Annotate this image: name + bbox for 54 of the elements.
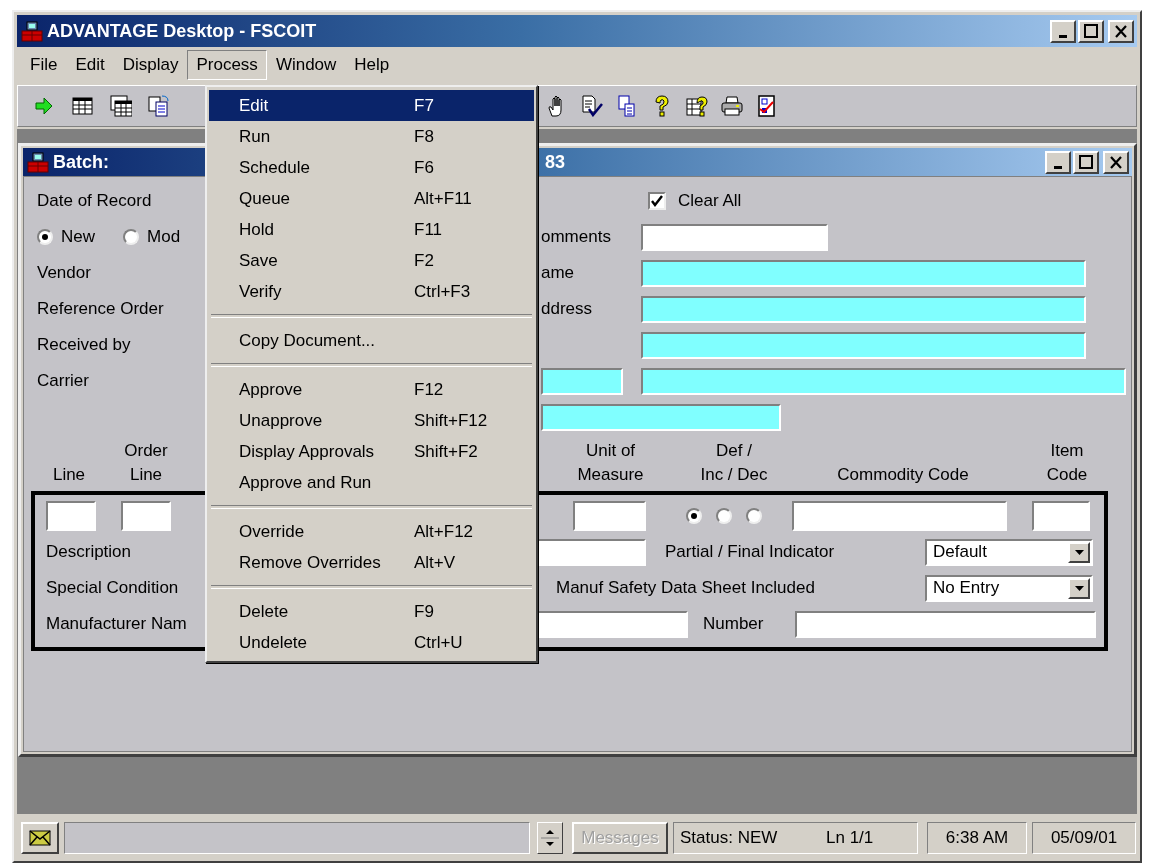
menu-item[interactable]: Run F8	[209, 121, 534, 152]
menu-item[interactable]: Help	[345, 50, 399, 80]
column-header: Commodity Code	[836, 464, 970, 486]
field-label: Manufacturer Nam	[46, 614, 188, 634]
field-label: Partial / Final Indicator	[665, 542, 836, 562]
menu-item[interactable]: Queue Alt+F11	[209, 183, 534, 214]
column-header: Order Line	[123, 440, 169, 486]
menu-item[interactable]: Verify Ctrl+F3	[209, 276, 534, 307]
window-title: 83	[545, 151, 566, 173]
radio-label: Mod	[147, 227, 181, 247]
column-header: Unit of Measure	[576, 440, 645, 486]
menu-item[interactable]: Edit F7	[209, 90, 534, 121]
field-label: Number	[703, 614, 765, 634]
window-title: Batch:	[53, 151, 109, 173]
column-header: Item Code	[1045, 440, 1089, 486]
field-label: Carrier	[37, 371, 89, 391]
radio-label: New	[61, 227, 95, 247]
clock-time: 6:38 AM	[927, 822, 1027, 854]
menu-item[interactable]: Approve and Run	[209, 467, 534, 498]
field-label: Vendor	[37, 263, 91, 283]
checkbox-label: Clear All	[678, 191, 742, 211]
menu-item[interactable]: Display	[113, 50, 188, 80]
menu-item[interactable]: Undelete Ctrl+U	[209, 627, 534, 658]
menu-item[interactable]: Delete F9	[209, 596, 534, 627]
field-label: Special Condition	[46, 578, 180, 598]
field-label: ddress	[541, 299, 594, 319]
menu-item[interactable]: Unapprove Shift+F12	[209, 405, 534, 436]
menu-item[interactable]: Hold F11	[209, 214, 534, 245]
menu-item[interactable]: Copy Document...	[209, 325, 534, 356]
menu-item[interactable]: Display Approvals Shift+F2	[209, 436, 534, 467]
date-text: 05/09/01	[1032, 822, 1136, 854]
field-label: Manuf Safety Data Sheet Included	[556, 578, 816, 598]
field-label: Reference Order	[37, 299, 164, 319]
dropdown[interactable]: No Entry	[925, 574, 1093, 602]
menu-item[interactable]: Save F2	[209, 245, 534, 276]
field-label: Date of Record	[37, 191, 152, 211]
menu-item[interactable]: Edit	[66, 50, 114, 80]
menu-item[interactable]: Process	[187, 50, 267, 80]
field-label: Received by	[37, 335, 131, 355]
column-header: Def / Inc / Dec	[699, 440, 769, 486]
line-count: Ln 1/1	[826, 828, 874, 848]
field-label: ame	[541, 263, 576, 283]
menu-item[interactable]: File	[21, 50, 67, 80]
window-title: ADVANTAGE Desktop - FSCOIT	[47, 20, 317, 42]
column-header: Line	[51, 464, 87, 486]
dropdown[interactable]: Default	[925, 538, 1093, 566]
field-label: omments	[541, 227, 612, 247]
field-label: Description	[46, 542, 133, 562]
menu-item[interactable]: Remove Overrides Alt+V	[209, 547, 534, 578]
menu-item[interactable]: Approve F12	[209, 374, 534, 405]
menu-item[interactable]: Window	[266, 50, 346, 80]
menu-item[interactable]: Override Alt+F12	[209, 516, 534, 547]
status-text: Status: NEW	[680, 828, 779, 848]
menu-item[interactable]: Schedule F6	[209, 152, 534, 183]
